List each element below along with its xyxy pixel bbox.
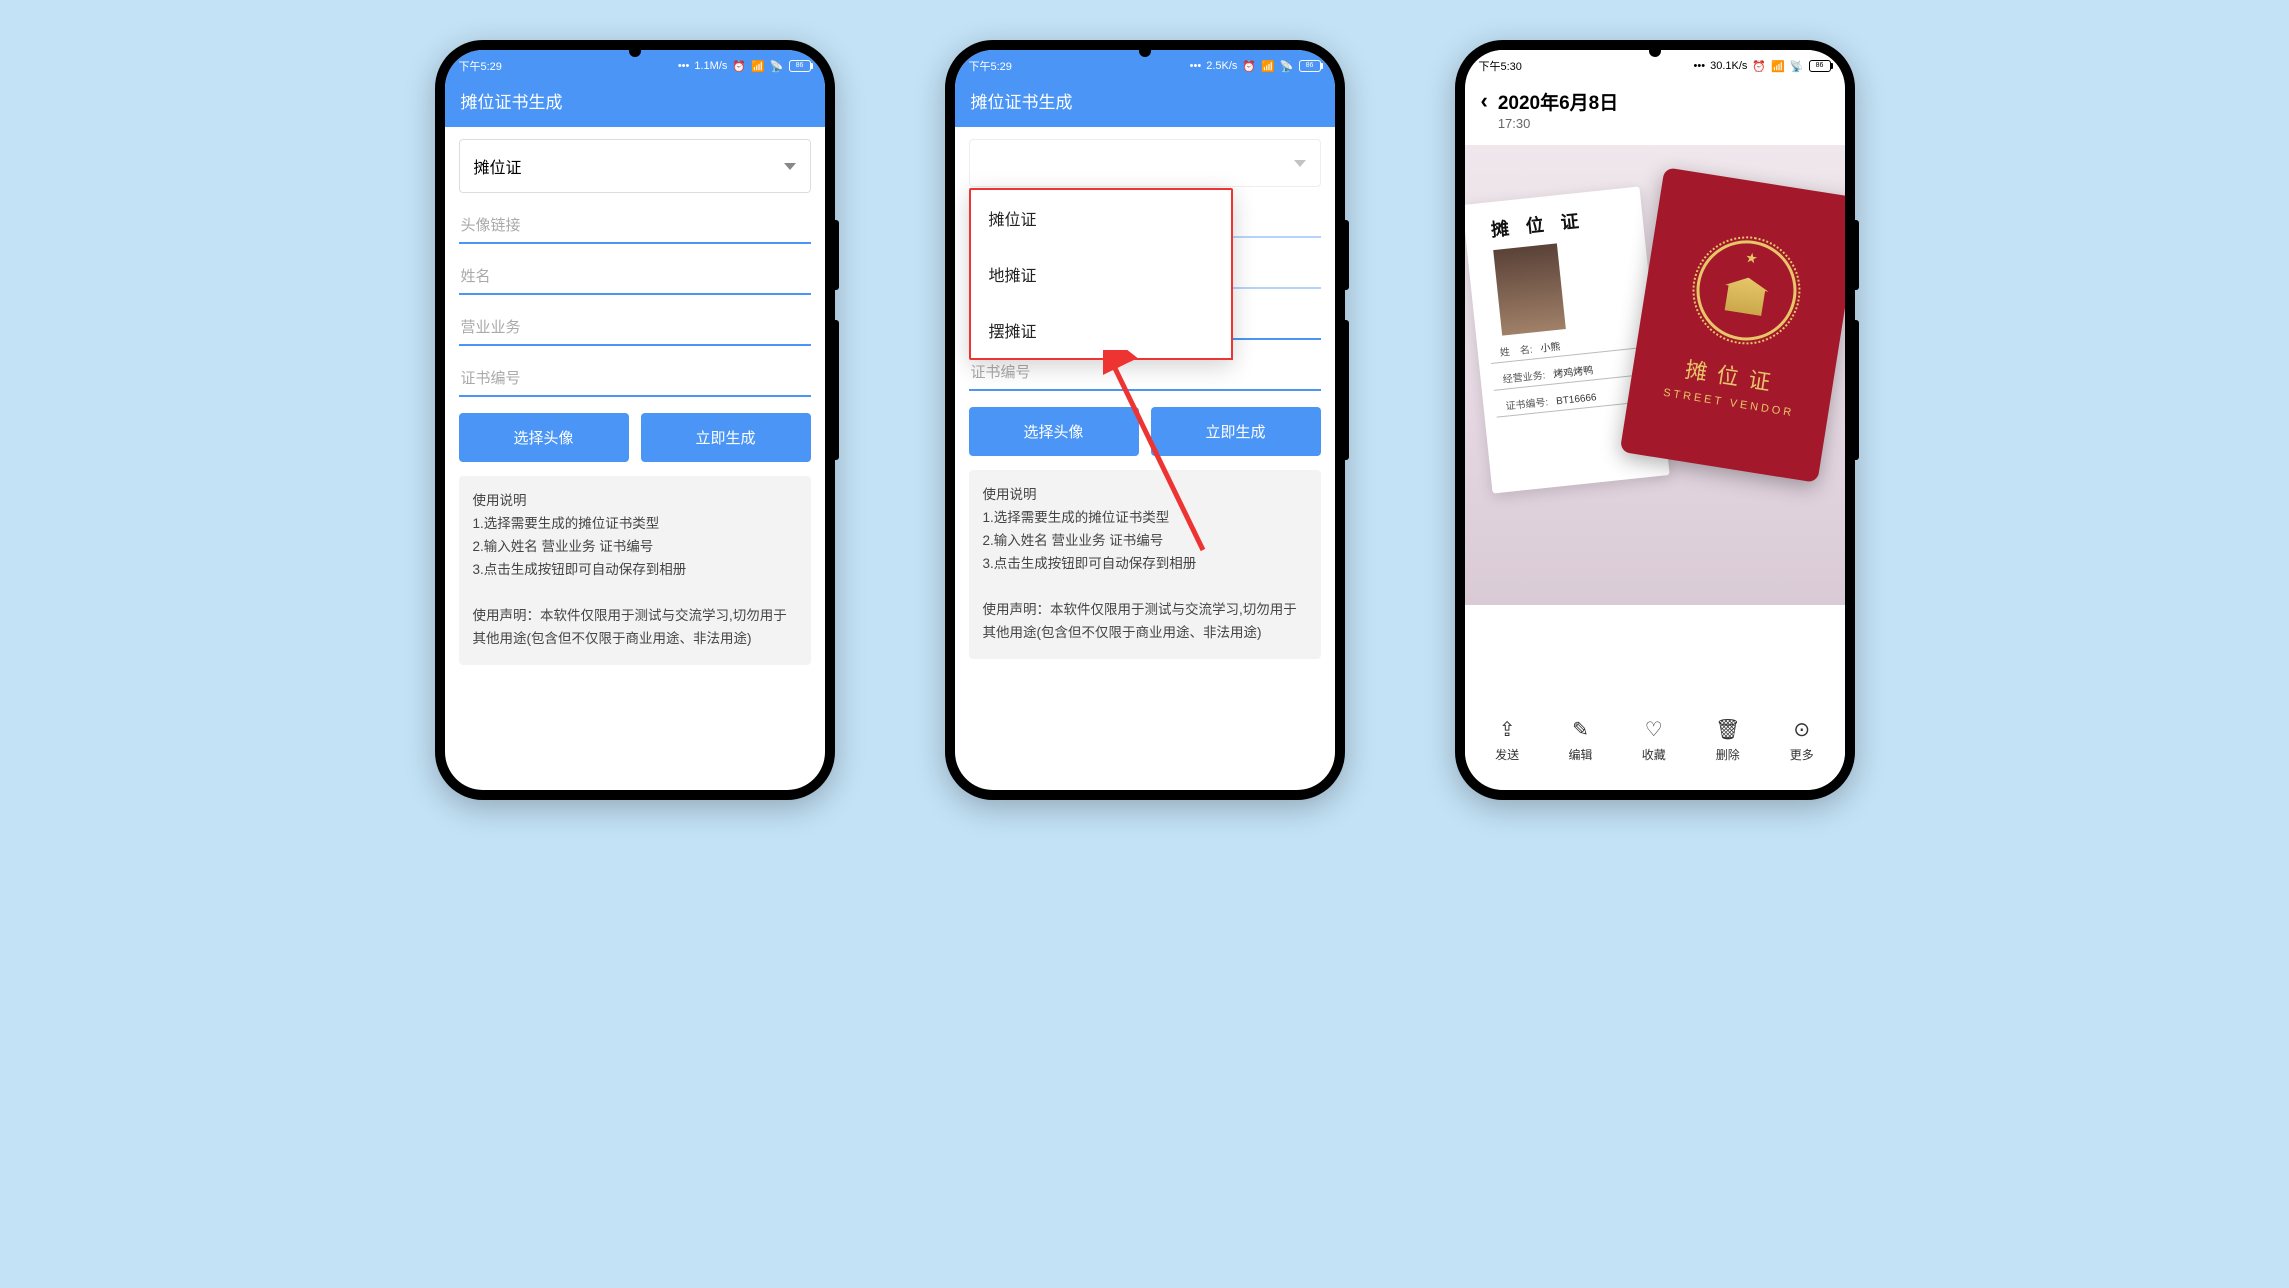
status-net: 1.1M/s: [694, 60, 727, 72]
generate-button[interactable]: 立即生成: [1151, 407, 1321, 456]
cert-type-dropdown[interactable]: 摊位证: [459, 139, 811, 193]
gallery-header: ‹ 2020年6月8日 17:30: [1465, 78, 1845, 139]
instruction-line: 1.选择需要生成的摊位证书类型: [983, 507, 1307, 530]
status-time: 下午5:29: [969, 58, 1012, 74]
choose-avatar-button[interactable]: 选择头像: [969, 407, 1139, 456]
signal-icon: 📶: [1261, 60, 1275, 73]
disclaimer-text: 使用声明：本软件仅限用于测试与交流学习,切勿用于其他用途(包含但不仅限于商业用途…: [983, 599, 1307, 645]
phone-notch: [1649, 45, 1661, 57]
menu-option-vendor-cert[interactable]: 摆摊证: [971, 302, 1231, 358]
battery-icon: 86: [1299, 60, 1321, 72]
cert-type-dropdown[interactable]: [969, 139, 1321, 187]
instruction-line: 3.点击生成按钮即可自动保存到相册: [473, 559, 797, 582]
status-time: 下午5:30: [1479, 58, 1522, 74]
star-icon: ★: [1744, 249, 1759, 268]
passport-cover: ★ 摊位证 STREET VENDOR: [1619, 167, 1844, 483]
alarm-icon: ⏰: [732, 60, 746, 73]
cert-photo-thumb: [1493, 243, 1566, 335]
choose-avatar-button[interactable]: 选择头像: [459, 413, 629, 462]
instruction-line: 2.输入姓名 营业业务 证书编号: [983, 530, 1307, 553]
dropdown-value: 摊位证: [474, 154, 522, 178]
instruction-line: 3.点击生成按钮即可自动保存到相册: [983, 553, 1307, 576]
tool-favorite[interactable]: ♡收藏: [1642, 720, 1666, 763]
battery-icon: 86: [789, 60, 811, 72]
status-dots-icon: •••: [678, 60, 690, 72]
disclaimer-text: 使用声明：本软件仅限用于测试与交流学习,切勿用于其他用途(包含但不仅限于商业用途…: [473, 605, 797, 651]
tool-send[interactable]: ⇪发送: [1495, 720, 1519, 763]
instructions-panel: 使用说明 1.选择需要生成的摊位证书类型 2.输入姓名 营业业务 证书编号 3.…: [459, 476, 811, 665]
phone-screen-1: 下午5:29 ••• 1.1M/s ⏰ 📶 📡 86 摊位证书生成 摊位证: [445, 50, 825, 790]
emblem-icon: ★: [1689, 233, 1803, 347]
status-net: 30.1K/s: [1710, 60, 1747, 72]
phone-notch: [629, 45, 641, 57]
avatar-link-input[interactable]: [459, 207, 811, 244]
back-button[interactable]: ‹: [1481, 90, 1488, 112]
gallery-time: 17:30: [1498, 116, 1618, 131]
alarm-icon: ⏰: [1242, 60, 1256, 73]
phone-frame-2: 下午5:29 ••• 2.5K/s ⏰ 📶 📡 86 摊位证书生成: [945, 40, 1345, 800]
edit-icon: ✎: [1572, 720, 1589, 740]
signal-icon: 📶: [751, 60, 765, 73]
wifi-icon: 📡: [1280, 60, 1294, 73]
phone-notch: [1139, 45, 1151, 57]
gallery-date: 2020年6月8日: [1498, 88, 1618, 115]
name-input[interactable]: [459, 258, 811, 295]
phone-frame-1: 下午5:29 ••• 1.1M/s ⏰ 📶 📡 86 摊位证书生成 摊位证: [435, 40, 835, 800]
app-title: 摊位证书生成: [445, 78, 825, 127]
share-icon: ⇪: [1499, 720, 1516, 740]
status-dots-icon: •••: [1190, 60, 1202, 72]
phone-screen-3: 下午5:30 ••• 30.1K/s ⏰ 📶 📡 86 ‹ 2020年6月8日 …: [1465, 50, 1845, 790]
instruction-line: 2.输入姓名 营业业务 证书编号: [473, 536, 797, 559]
status-net: 2.5K/s: [1206, 60, 1237, 72]
heart-icon: ♡: [1645, 720, 1663, 740]
cert-card-title: 摊 位 证: [1475, 202, 1631, 244]
instruction-line: 1.选择需要生成的摊位证书类型: [473, 513, 797, 536]
generated-image[interactable]: 摊 位 证 姓 名:小熊 经营业务:烤鸡烤鸭 证书编号:BT16666 ★ 摊位…: [1465, 145, 1845, 605]
signal-icon: 📶: [1771, 60, 1785, 73]
tool-edit[interactable]: ✎编辑: [1568, 720, 1592, 763]
status-dots-icon: •••: [1694, 60, 1706, 72]
battery-icon: 86: [1809, 60, 1831, 72]
generate-button[interactable]: 立即生成: [641, 413, 811, 462]
instructions-panel: 使用说明 1.选择需要生成的摊位证书类型 2.输入姓名 营业业务 证书编号 3.…: [969, 470, 1321, 659]
instructions-title: 使用说明: [473, 490, 797, 513]
gallery-toolbar: ⇪发送 ✎编辑 ♡收藏 🗑删除 ⊙更多: [1465, 696, 1845, 790]
phone-frame-3: 下午5:30 ••• 30.1K/s ⏰ 📶 📡 86 ‹ 2020年6月8日 …: [1455, 40, 1855, 800]
tool-more[interactable]: ⊙更多: [1790, 720, 1814, 763]
cert-no-input[interactable]: [459, 360, 811, 397]
wifi-icon: 📡: [770, 60, 784, 73]
caret-down-icon: [784, 163, 796, 170]
phone-screen-2: 下午5:29 ••• 2.5K/s ⏰ 📶 📡 86 摊位证书生成: [955, 50, 1335, 790]
menu-option-stall-cert[interactable]: 摊位证: [971, 190, 1231, 246]
business-input[interactable]: [459, 309, 811, 346]
alarm-icon: ⏰: [1752, 60, 1766, 73]
instructions-title: 使用说明: [983, 484, 1307, 507]
more-icon: ⊙: [1793, 720, 1810, 740]
trash-icon: 🗑: [1715, 720, 1740, 740]
menu-option-ground-cert[interactable]: 地摊证: [971, 246, 1231, 302]
tool-delete[interactable]: 🗑删除: [1715, 720, 1740, 763]
dropdown-menu: 摊位证 地摊证 摆摊证: [969, 188, 1233, 360]
pavilion-icon: [1721, 274, 1770, 316]
wifi-icon: 📡: [1790, 60, 1804, 73]
caret-down-icon: [1294, 160, 1306, 167]
app-title: 摊位证书生成: [955, 78, 1335, 127]
status-time: 下午5:29: [459, 58, 502, 74]
